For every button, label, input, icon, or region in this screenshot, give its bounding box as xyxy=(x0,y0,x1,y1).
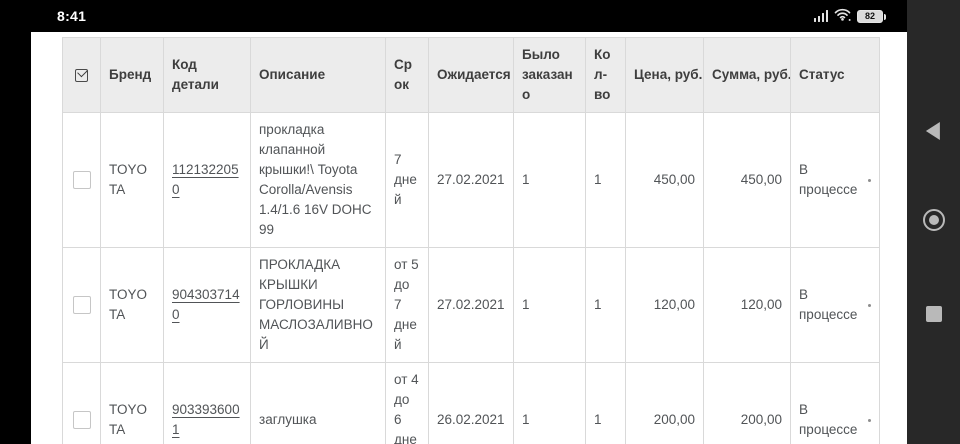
description-cell: ПРОКЛАДКА КРЫШКИ ГОРЛОВИНЫ МАСЛОЗАЛИВНОЙ xyxy=(250,247,386,363)
column-header-price: Цена, руб. xyxy=(625,37,704,113)
quantity-cell: 1 xyxy=(585,112,626,248)
sum-cell: 200,00 xyxy=(703,362,791,444)
description-cell: прокладка клапанной крышки!\ Toyota Coro… xyxy=(250,112,386,248)
home-button[interactable] xyxy=(922,209,945,231)
row-checkbox[interactable] xyxy=(72,411,91,429)
column-header-was-ordered: Было заказано xyxy=(513,37,586,113)
status-icons: 82 xyxy=(813,7,886,26)
column-header-qty: Кол-во xyxy=(585,37,626,113)
android-nav-bar xyxy=(907,0,960,444)
table-row: TOYOTA 1121322050 прокладка клапанной кр… xyxy=(62,112,880,248)
part-code-link[interactable]: 1121322050 xyxy=(172,162,239,197)
part-code-cell: 9033936001 xyxy=(163,362,251,444)
expected-date-cell: 26.02.2021 xyxy=(428,362,514,444)
sum-cell: 450,00 xyxy=(703,112,791,248)
battery-icon: 82 xyxy=(857,9,886,23)
column-header-description: Описание xyxy=(250,37,386,113)
row-checkbox[interactable] xyxy=(72,296,91,314)
wifi-icon xyxy=(834,7,851,26)
column-header-part-code: Код детали xyxy=(163,37,251,113)
status-dropdown-indicator-icon xyxy=(868,303,871,307)
status-dropdown[interactable]: В процессе xyxy=(799,400,871,440)
table-row: TOYOTA 9033936001 заглушка от 4 до 6 дне… xyxy=(62,362,880,444)
part-code-link[interactable]: 9033936001 xyxy=(172,402,240,437)
part-code-cell: 1121322050 xyxy=(163,112,251,248)
screen: 8:41 82 Бренд Код детали Описание Срок О… xyxy=(0,0,960,444)
status-cell: В процессе xyxy=(790,247,880,363)
column-header-brand: Бренд xyxy=(100,37,164,113)
signal-strength-icon xyxy=(813,10,828,22)
quantity-cell: 1 xyxy=(585,247,626,363)
select-all-checkbox[interactable] xyxy=(75,68,88,82)
table-header-row: Бренд Код детали Описание Срок Ожидается… xyxy=(62,37,880,113)
term-cell: 7 дней xyxy=(385,112,429,248)
select-cell xyxy=(62,247,101,363)
status-label: В процессе xyxy=(799,287,858,322)
description-cell: заглушка xyxy=(250,362,386,444)
brand-cell: TOYOTA xyxy=(100,247,164,363)
select-cell xyxy=(62,362,101,444)
quantity-cell: 1 xyxy=(585,362,626,444)
column-header-expected: Ожидается xyxy=(428,37,514,113)
brand-cell: TOYOTA xyxy=(100,362,164,444)
was-ordered-cell: 1 xyxy=(513,362,586,444)
column-header-sum: Сумма, руб. xyxy=(703,37,791,113)
status-dropdown-indicator-icon xyxy=(868,418,871,422)
expected-date-cell: 27.02.2021 xyxy=(428,112,514,248)
status-cell: В процессе xyxy=(790,362,880,444)
orders-table: Бренд Код детали Описание Срок Ожидается… xyxy=(62,37,880,444)
column-header-term: Срок xyxy=(385,37,429,113)
term-cell: от 5 до 7 дней xyxy=(385,247,429,363)
price-cell: 450,00 xyxy=(625,112,704,248)
table-row: TOYOTA 9043037140 ПРОКЛАДКА КРЫШКИ ГОРЛО… xyxy=(62,247,880,363)
status-dropdown[interactable]: В процессе xyxy=(799,285,871,325)
page-content: Бренд Код детали Описание Срок Ожидается… xyxy=(31,32,907,444)
status-label: В процессе xyxy=(799,162,858,197)
status-dropdown-indicator-icon xyxy=(868,178,871,182)
status-bar: 8:41 82 xyxy=(0,0,907,32)
home-icon xyxy=(928,215,939,225)
brand-cell: TOYOTA xyxy=(100,112,164,248)
status-label: В процессе xyxy=(799,402,858,437)
was-ordered-cell: 1 xyxy=(513,112,586,248)
column-header-select xyxy=(62,37,101,113)
price-cell: 200,00 xyxy=(625,362,704,444)
select-cell xyxy=(62,112,101,248)
part-code-cell: 9043037140 xyxy=(163,247,251,363)
term-cell: от 4 до 6 дней xyxy=(385,362,429,444)
recents-button[interactable] xyxy=(925,306,942,322)
status-cell: В процессе xyxy=(790,112,880,248)
price-cell: 120,00 xyxy=(625,247,704,363)
was-ordered-cell: 1 xyxy=(513,247,586,363)
column-header-status: Статус xyxy=(790,37,880,113)
sum-cell: 120,00 xyxy=(703,247,791,363)
part-code-link[interactable]: 9043037140 xyxy=(172,287,240,322)
clock-label: 8:41 xyxy=(57,8,87,24)
expected-date-cell: 27.02.2021 xyxy=(428,247,514,363)
back-button[interactable] xyxy=(925,122,940,140)
row-checkbox[interactable] xyxy=(72,171,91,189)
status-dropdown[interactable]: В процессе xyxy=(799,160,871,200)
